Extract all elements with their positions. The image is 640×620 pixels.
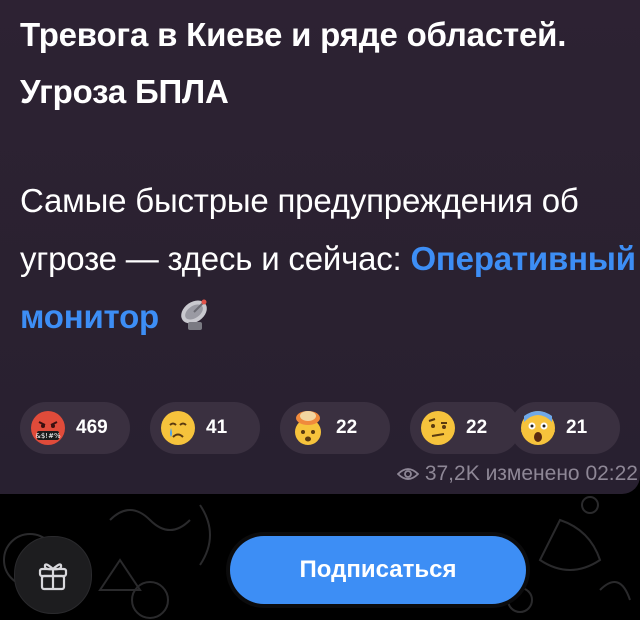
reaction-exploding-head[interactable]: 22 xyxy=(280,402,390,454)
gift-button[interactable] xyxy=(14,536,92,614)
satellite-antenna-icon xyxy=(174,294,214,352)
message-meta: 37,2K изменено 02:22 xyxy=(396,462,638,486)
reaction-count: 469 xyxy=(76,417,108,438)
reaction-count: 21 xyxy=(566,417,588,438)
screaming-face-icon xyxy=(518,408,558,448)
exploding-head-icon xyxy=(288,408,328,448)
view-count: 37,2K xyxy=(424,462,480,485)
face-with-raised-eyebrow-icon xyxy=(418,408,458,448)
svg-text:&$!#%: &$!#% xyxy=(35,432,61,440)
reaction-crying[interactable]: 41 xyxy=(150,402,260,454)
message-time: 02:22 xyxy=(585,462,638,485)
reaction-count: 41 xyxy=(206,417,228,438)
edited-label: изменено xyxy=(485,462,580,485)
reaction-raised-eyebrow[interactable]: 22 xyxy=(410,402,520,454)
eye-icon xyxy=(396,468,419,480)
reaction-count: 22 xyxy=(336,417,358,438)
reaction-screaming[interactable]: 21 xyxy=(510,402,620,454)
crying-face-icon xyxy=(158,408,198,448)
message-body: Самые быстрые предупреждения об угрозе —… xyxy=(20,172,640,352)
angry-cursing-face-icon: &$!#% xyxy=(28,408,68,448)
reaction-angry[interactable]: &$!#% 469 xyxy=(20,402,130,454)
message-bubble: Тревога в Киеве и ряде областей. Угроза … xyxy=(0,0,640,494)
reaction-count: 22 xyxy=(466,417,488,438)
message-title: Тревога в Киеве и ряде областей. Угроза … xyxy=(20,16,567,110)
gift-icon xyxy=(38,563,68,591)
subscribe-button[interactable]: Подписаться xyxy=(230,536,526,604)
